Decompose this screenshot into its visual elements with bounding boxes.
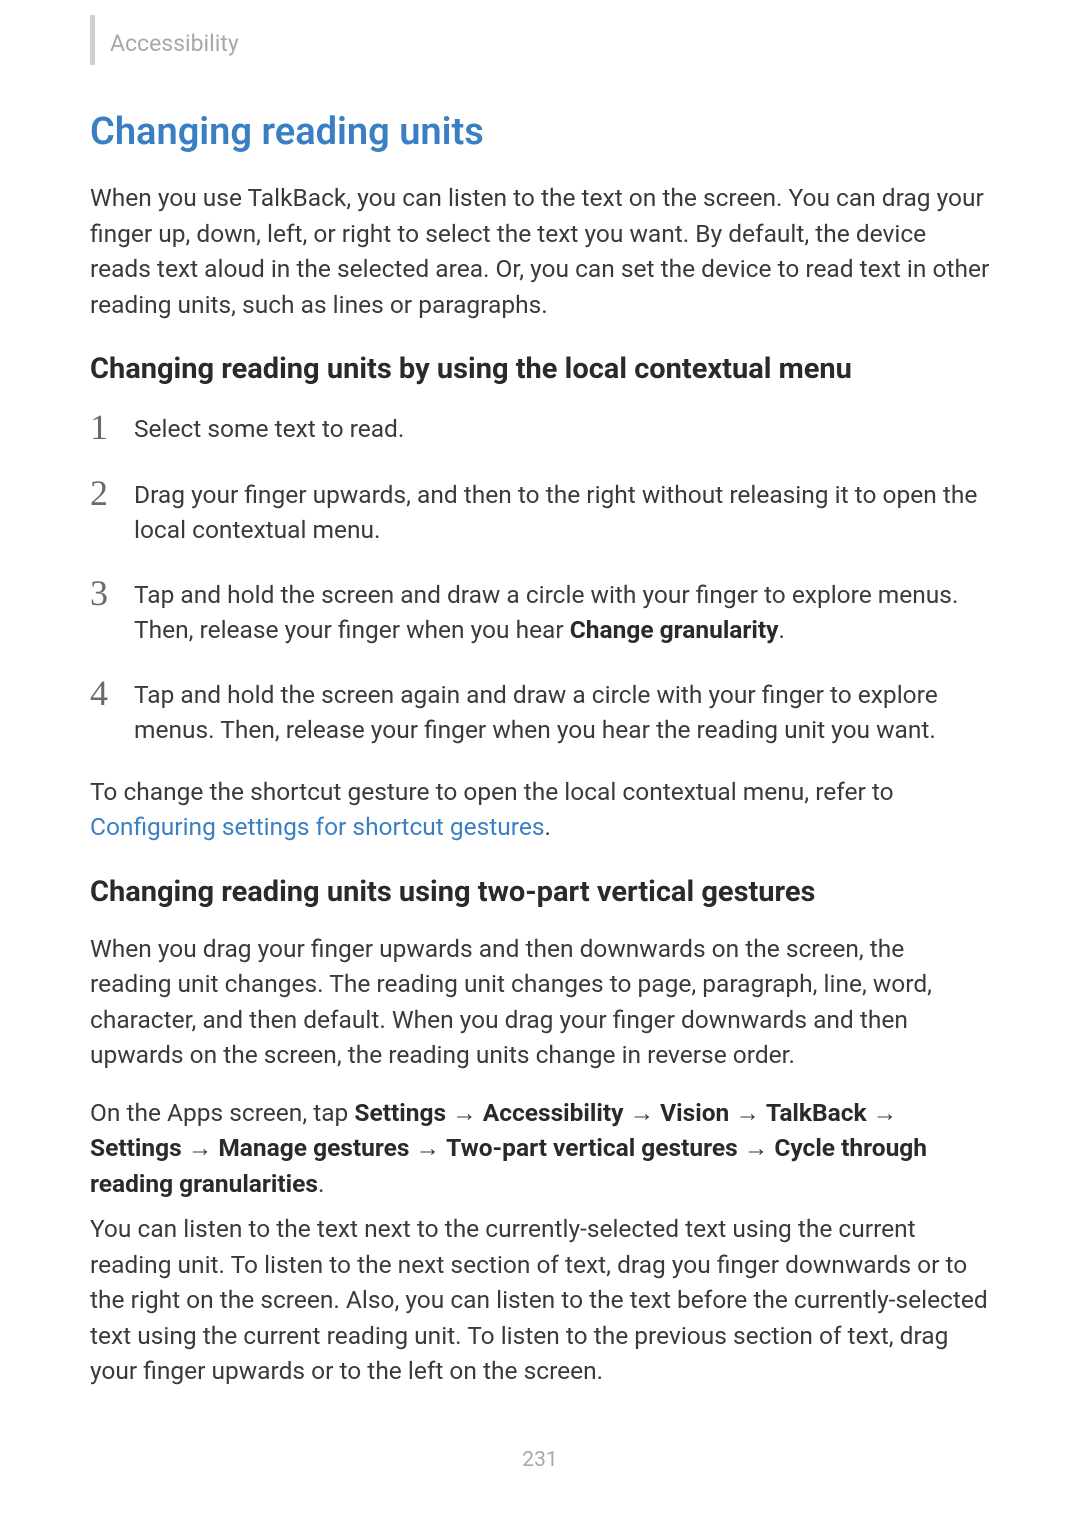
path-item: Manage gestures bbox=[218, 1133, 409, 1162]
step-text: Tap and hold the screen and draw a circl… bbox=[134, 574, 990, 648]
page-number: 231 bbox=[0, 1448, 1080, 1472]
path-item: Settings bbox=[90, 1133, 182, 1162]
navigation-path: On the Apps screen, tap Settings → Acces… bbox=[90, 1095, 990, 1202]
path-arrow: → bbox=[738, 1133, 775, 1162]
step-1: 1 Select some text to read. bbox=[90, 408, 990, 448]
step-number: 3 bbox=[90, 574, 134, 614]
path-item: Accessibility bbox=[483, 1098, 624, 1127]
ui-term: Change granularity bbox=[570, 615, 779, 644]
step-number: 1 bbox=[90, 408, 134, 448]
path-arrow: → bbox=[867, 1098, 898, 1127]
reference-suffix: . bbox=[545, 812, 551, 841]
step-text-part: . bbox=[779, 615, 785, 644]
reference-prefix: To change the shortcut gesture to open t… bbox=[90, 777, 894, 806]
path-item: Two-part vertical gestures bbox=[446, 1133, 738, 1162]
section2-p1: When you drag your finger upwards and th… bbox=[90, 931, 990, 1073]
path-arrow: → bbox=[409, 1133, 446, 1162]
intro-text: When you use TalkBack, you can listen to… bbox=[90, 180, 990, 322]
step-text: Select some text to read. bbox=[134, 408, 404, 447]
step-text: Tap and hold the screen again and draw a… bbox=[134, 674, 990, 748]
step-2: 2 Drag your finger upwards, and then to … bbox=[90, 474, 990, 548]
reference-text: To change the shortcut gesture to open t… bbox=[90, 774, 990, 845]
section2-p3: You can listen to the text next to the c… bbox=[90, 1211, 990, 1389]
page-content: Changing reading units When you use Talk… bbox=[90, 110, 990, 1411]
path-item: TalkBack bbox=[766, 1098, 867, 1127]
path-prefix: On the Apps screen, tap bbox=[90, 1098, 354, 1127]
step-3: 3 Tap and hold the screen and draw a cir… bbox=[90, 574, 990, 648]
step-number: 2 bbox=[90, 474, 134, 514]
path-dot: . bbox=[318, 1169, 324, 1198]
path-arrow: → bbox=[182, 1133, 219, 1162]
section1-title: Changing reading units by using the loca… bbox=[90, 352, 990, 386]
path-item: Vision bbox=[660, 1098, 729, 1127]
breadcrumb: Accessibility bbox=[110, 30, 239, 57]
header-divider bbox=[90, 15, 95, 65]
step-text: Drag your finger upwards, and then to th… bbox=[134, 474, 990, 548]
section2-title: Changing reading units using two-part ve… bbox=[90, 875, 990, 909]
step-number: 4 bbox=[90, 674, 134, 714]
step-4: 4 Tap and hold the screen again and draw… bbox=[90, 674, 990, 748]
path-item: Settings bbox=[354, 1098, 446, 1127]
path-arrow: → bbox=[624, 1098, 661, 1127]
path-arrow: → bbox=[446, 1098, 483, 1127]
path-arrow: → bbox=[729, 1098, 766, 1127]
reference-link[interactable]: Configuring settings for shortcut gestur… bbox=[90, 812, 545, 841]
step-text-part: Tap and hold the screen and draw a circl… bbox=[134, 580, 958, 645]
page-title: Changing reading units bbox=[90, 110, 990, 154]
